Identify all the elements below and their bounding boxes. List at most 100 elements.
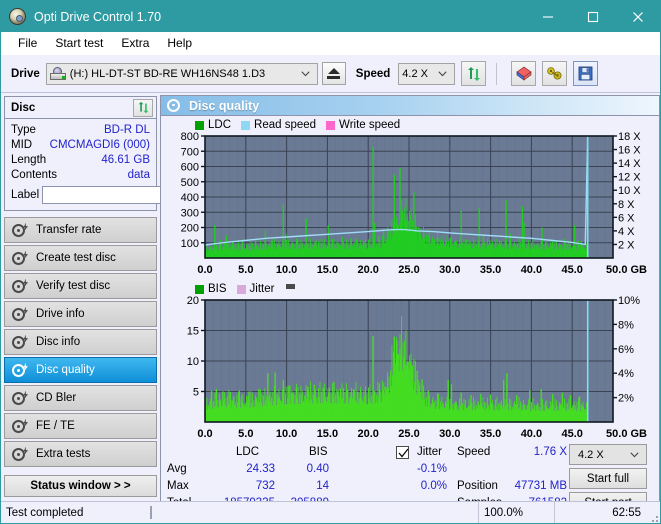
legend-label-jitter: Jitter bbox=[249, 283, 275, 295]
svg-text:16 X: 16 X bbox=[618, 145, 641, 157]
sidebar-nav: Transfer rate Create test disc Verify te… bbox=[4, 217, 157, 467]
svg-text:6 X: 6 X bbox=[618, 212, 635, 224]
start-full-button[interactable]: Start full bbox=[569, 468, 647, 489]
disc-label-row: Label bbox=[11, 185, 240, 205]
svg-text:20: 20 bbox=[187, 296, 199, 307]
disc-row-value: 46.61 GB bbox=[101, 153, 150, 166]
svg-text:40.0: 40.0 bbox=[521, 264, 542, 276]
svg-text:5.0: 5.0 bbox=[238, 264, 253, 276]
content-pane: Disc quality LDC Read speed Write speed … bbox=[160, 93, 660, 522]
minimize-button[interactable] bbox=[525, 1, 570, 32]
test-speed-select[interactable]: 4.2 X bbox=[569, 444, 647, 465]
ldc-chart-legend: LDC Read speed Write speed bbox=[165, 118, 655, 132]
legend-swatch-bis bbox=[195, 284, 204, 294]
svg-text:50.0 GB: 50.0 GB bbox=[606, 428, 647, 440]
disc-row-key: Length bbox=[11, 153, 47, 166]
wrench-icon bbox=[547, 67, 562, 80]
toolbar-divider bbox=[496, 62, 498, 85]
disc-panel-header: Disc bbox=[5, 97, 156, 119]
chevron-down-icon bbox=[434, 68, 452, 80]
disc-panel-title: Disc bbox=[11, 101, 36, 114]
drive-label: Drive bbox=[11, 67, 40, 80]
stats-jitter-avg: -0.1% bbox=[416, 463, 447, 475]
disc-row-key: Contents bbox=[11, 168, 58, 181]
resize-grip[interactable] bbox=[646, 502, 660, 524]
bis-chart-legend: BIS Jitter bbox=[165, 282, 655, 296]
svg-text:12 X: 12 X bbox=[618, 172, 641, 184]
svg-text:10%: 10% bbox=[618, 296, 640, 307]
svg-text:40.0: 40.0 bbox=[521, 428, 542, 440]
sidebar-item-verify-test-disc[interactable]: Verify test disc bbox=[4, 273, 157, 299]
stats-col-bis: BIS bbox=[309, 446, 328, 458]
stats-row-label-avg: Avg bbox=[167, 463, 187, 475]
legend-label-ldc: LDC bbox=[208, 119, 232, 131]
disc-test-icon bbox=[12, 250, 28, 266]
tools-button[interactable] bbox=[542, 61, 568, 86]
svg-text:400: 400 bbox=[181, 192, 199, 204]
svg-text:100: 100 bbox=[181, 238, 199, 250]
svg-text:10: 10 bbox=[187, 356, 199, 368]
stats-ldc-avg: 24.33 bbox=[246, 463, 275, 475]
maximize-button[interactable] bbox=[570, 1, 615, 32]
menu-help[interactable]: Help bbox=[158, 34, 201, 52]
refresh-button[interactable] bbox=[461, 61, 487, 86]
svg-text:0.0: 0.0 bbox=[197, 428, 212, 440]
speed-stat-value: 1.76 X bbox=[533, 446, 567, 458]
menu-start-test[interactable]: Start test bbox=[46, 34, 112, 52]
disc-row-value: BD-R DL bbox=[103, 123, 150, 136]
window-title: Opti Drive Control 1.70 bbox=[34, 9, 162, 24]
eraser-icon bbox=[516, 66, 532, 81]
app-disc-icon bbox=[9, 8, 26, 25]
sidebar-item-disc-info[interactable]: Disc info bbox=[4, 329, 157, 355]
menu-extra[interactable]: Extra bbox=[112, 34, 158, 52]
disc-row-value: data bbox=[127, 168, 150, 181]
sidebar-item-transfer-rate[interactable]: Transfer rate bbox=[4, 217, 157, 243]
sidebar-item-create-test-disc[interactable]: Create test disc bbox=[4, 245, 157, 271]
app-window: Opti Drive Control 1.70 File Start test … bbox=[0, 0, 661, 524]
jitter-checkbox[interactable] bbox=[396, 446, 409, 459]
status-window-button[interactable]: Status window > > bbox=[4, 475, 157, 497]
disc-info-panel: Disc Type BD-R DL MID CMCMAGDI6 (000) Le… bbox=[4, 96, 240, 211]
svg-text:200: 200 bbox=[181, 223, 199, 235]
close-button[interactable] bbox=[615, 1, 660, 32]
menu-file[interactable]: File bbox=[9, 34, 46, 52]
menu-bar: File Start test Extra Help bbox=[1, 32, 660, 55]
svg-text:5: 5 bbox=[193, 387, 199, 399]
toolbar: Drive (H:) HL-DT-ST BD-RE WH16NS48 1.D3 … bbox=[1, 55, 660, 93]
disc-row-key: MID bbox=[11, 138, 33, 151]
bis-chart[interactable]: 5 10 15 20 2% 4% 6% 8% 10% 0.0 5.0 10.0 15.0 20.0 25.0… bbox=[165, 296, 655, 444]
sidebar-item-label: Disc info bbox=[36, 336, 81, 348]
disc-row-contents: Contents data bbox=[11, 167, 150, 182]
save-button[interactable] bbox=[573, 61, 599, 86]
disc-quality-icon bbox=[167, 98, 181, 113]
erase-button[interactable] bbox=[511, 61, 537, 86]
chevron-down-icon bbox=[297, 68, 315, 80]
sidebar-item-fe-te[interactable]: FE / TE bbox=[4, 413, 157, 439]
charts-area: LDC Read speed Write speed 100 200 300 400 5… bbox=[161, 116, 659, 444]
disc-row-mid: MID CMCMAGDI6 (000) bbox=[11, 137, 150, 152]
status-message: Test completed bbox=[6, 506, 84, 519]
disc-test-icon bbox=[12, 362, 28, 378]
svg-text:20.0: 20.0 bbox=[357, 264, 378, 276]
disc-test-icon bbox=[12, 418, 28, 434]
svg-text:700: 700 bbox=[181, 146, 199, 158]
eject-button[interactable] bbox=[321, 62, 346, 85]
drive-select[interactable]: (H:) HL-DT-ST BD-RE WH16NS48 1.D3 bbox=[45, 62, 318, 85]
svg-text:35.0: 35.0 bbox=[480, 264, 501, 276]
sidebar-item-drive-info[interactable]: Drive info bbox=[4, 301, 157, 327]
sidebar-item-label: Drive info bbox=[36, 308, 85, 320]
sidebar-item-cd-bler[interactable]: CD Bler bbox=[4, 385, 157, 411]
svg-text:35.0: 35.0 bbox=[480, 428, 501, 440]
legend-swatch-ldc bbox=[195, 120, 204, 130]
disc-refresh-button[interactable] bbox=[133, 98, 153, 117]
status-bar: Test completed 100.0% 62:55 bbox=[1, 501, 660, 523]
svg-text:8 X: 8 X bbox=[618, 199, 635, 211]
speed-select[interactable]: 4.2 X bbox=[398, 62, 456, 85]
progress-bar bbox=[146, 502, 478, 524]
svg-text:800: 800 bbox=[181, 132, 199, 143]
ldc-chart[interactable]: 100 200 300 400 500 600 700 800 2 X4 X 6 X8 X 10 X… bbox=[165, 132, 655, 280]
legend-swatch-read-speed bbox=[241, 120, 251, 130]
sidebar-item-disc-quality[interactable]: Disc quality bbox=[4, 357, 157, 383]
stats-row-label-max: Max bbox=[167, 480, 189, 492]
sidebar-item-extra-tests[interactable]: Extra tests bbox=[4, 441, 157, 467]
